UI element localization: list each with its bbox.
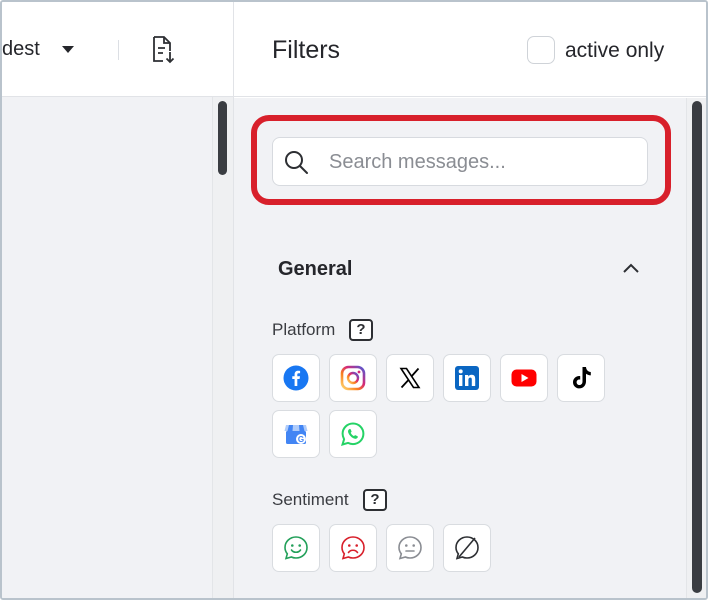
platform-linkedin-button[interactable]: [443, 354, 491, 402]
platform-x-button[interactable]: [386, 354, 434, 402]
sentiment-none-button[interactable]: [443, 524, 491, 572]
neutral-face-icon: [398, 536, 422, 560]
filters-header: Filters active only: [234, 2, 706, 97]
platform-tiktok-button[interactable]: [557, 354, 605, 402]
google-business-icon: G: [284, 425, 308, 444]
active-only-checkbox[interactable]: [527, 36, 555, 64]
sort-select-value[interactable]: dest: [2, 38, 40, 61]
export-button[interactable]: [148, 34, 178, 66]
caret-down-icon[interactable]: [62, 46, 74, 53]
linkedin-icon: [455, 366, 479, 390]
chevron-up-icon[interactable]: [620, 260, 642, 276]
platform-youtube-button[interactable]: [500, 354, 548, 402]
whatsapp-icon: [341, 422, 365, 446]
svg-text:G: G: [298, 435, 304, 444]
search-box[interactable]: [272, 137, 648, 186]
message-list: [2, 97, 212, 598]
platform-instagram-button[interactable]: [329, 354, 377, 402]
sad-face-icon: [341, 536, 365, 560]
youtube-icon: [511, 369, 537, 387]
x-icon: [399, 367, 421, 389]
document-export-icon: [153, 36, 175, 64]
platform-whatsapp-button[interactable]: [329, 410, 377, 458]
app-window: dest Filters active only Search messages…: [0, 0, 708, 600]
platform-label: Platform: [272, 320, 336, 339]
messages-toolbar: dest: [2, 2, 233, 97]
general-section-title: General: [278, 258, 353, 280]
filters-scrollbar[interactable]: [686, 98, 706, 598]
sentiment-neutral-button[interactable]: [386, 524, 434, 572]
facebook-icon: [283, 365, 309, 391]
search-icon: [285, 151, 308, 174]
smile-face-icon: [284, 536, 308, 560]
toolbar-divider: [118, 40, 119, 60]
scrollbar-thumb[interactable]: [692, 101, 702, 593]
sentiment-negative-button[interactable]: [329, 524, 377, 572]
scrollbar-thumb[interactable]: [218, 101, 227, 175]
tiktok-icon: [573, 367, 591, 389]
instagram-icon: [340, 365, 366, 391]
platform-facebook-button[interactable]: [272, 354, 320, 402]
platform-help-icon[interactable]: ?: [349, 319, 373, 341]
filters-title: Filters: [272, 36, 341, 64]
search-input[interactable]: [329, 146, 629, 178]
sentiment-help-icon[interactable]: ?: [363, 489, 387, 511]
sentiment-positive-button[interactable]: [272, 524, 320, 572]
sentiment-label: Sentiment: [272, 490, 349, 509]
message-list-scrollbar[interactable]: [212, 97, 233, 598]
platform-google-business-button[interactable]: G: [272, 410, 320, 458]
active-only-label[interactable]: active only: [565, 39, 664, 63]
no-sentiment-icon: [455, 536, 479, 560]
